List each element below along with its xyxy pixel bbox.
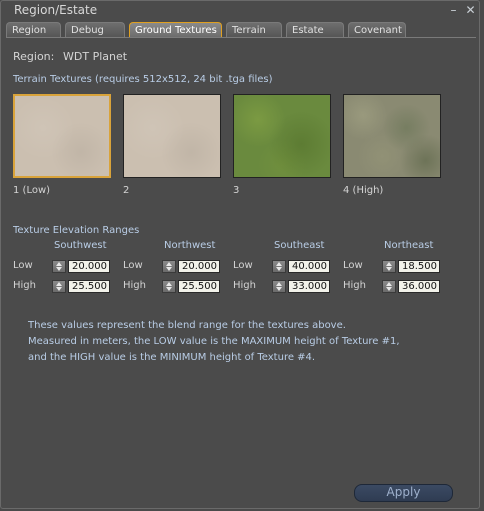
texture-label-4: 4 (High) xyxy=(343,185,384,196)
northwest-low-stepper[interactable] xyxy=(162,260,176,273)
southeast-high-stepper[interactable] xyxy=(272,280,286,293)
tab-label: Terrain xyxy=(232,25,266,36)
northwest-low-field[interactable] xyxy=(178,260,220,273)
high-label: High xyxy=(233,280,256,291)
help-line-1: These values represent the blend range f… xyxy=(28,320,346,331)
tab-ground-textures[interactable]: Ground Textures xyxy=(129,22,222,38)
northwest-high-stepper[interactable] xyxy=(162,280,176,293)
tab-estate[interactable]: Estate xyxy=(286,22,344,37)
corner-header-southwest: Southwest xyxy=(54,240,107,251)
northeast-high-field[interactable] xyxy=(398,280,440,293)
texture-swatch-2[interactable] xyxy=(123,94,221,178)
corner-header-southeast: Southeast xyxy=(274,240,325,251)
texture-label-2: 2 xyxy=(123,185,130,196)
help-line-2: Measured in meters, the LOW value is the… xyxy=(28,336,400,347)
region-name: WDT Planet xyxy=(63,50,128,63)
tab-label: Ground Textures xyxy=(135,25,217,36)
tab-label: Covenant xyxy=(354,25,402,36)
low-label: Low xyxy=(123,260,143,271)
southwest-high-stepper[interactable] xyxy=(52,280,66,293)
tab-label: Estate xyxy=(292,25,324,36)
tab-debug[interactable]: Debug xyxy=(65,22,125,37)
corner-header-northwest: Northwest xyxy=(164,240,216,251)
title-bar[interactable]: Region/Estate – ✕ xyxy=(1,1,479,19)
low-label: Low xyxy=(13,260,33,271)
help-line-3: and the HIGH value is the MINIMUM height… xyxy=(28,352,316,363)
high-label: High xyxy=(123,280,146,291)
texture-label-3: 3 xyxy=(233,185,240,196)
tab-region[interactable]: Region xyxy=(6,22,61,37)
northeast-low-field[interactable] xyxy=(398,260,440,273)
region-label: Region: xyxy=(13,50,55,63)
texture-label-1: 1 (Low) xyxy=(13,185,51,196)
corner-header-northeast: Northeast xyxy=(384,240,434,251)
low-label: Low xyxy=(343,260,363,271)
tab-terrain[interactable]: Terrain xyxy=(226,22,282,37)
southwest-low-field[interactable] xyxy=(68,260,110,273)
region-estate-window: Region/Estate – ✕ Region Debug Ground Te… xyxy=(0,0,480,509)
tab-label: Debug xyxy=(71,25,104,36)
northeast-high-stepper[interactable] xyxy=(382,280,396,293)
texture-swatch-1[interactable] xyxy=(13,94,111,178)
southwest-low-stepper[interactable] xyxy=(52,260,66,273)
texture-swatch-4[interactable] xyxy=(343,94,441,178)
minimize-icon[interactable]: – xyxy=(447,4,460,17)
northeast-low-stepper[interactable] xyxy=(382,260,396,273)
high-label: High xyxy=(13,280,36,291)
high-label: High xyxy=(343,280,366,291)
low-label: Low xyxy=(233,260,253,271)
apply-button[interactable]: Apply xyxy=(354,484,453,502)
texture-swatch-3[interactable] xyxy=(233,94,331,178)
northwest-high-field[interactable] xyxy=(178,280,220,293)
tab-divider xyxy=(6,37,476,38)
southeast-low-field[interactable] xyxy=(288,260,330,273)
tab-label: Region xyxy=(12,25,47,36)
textures-heading: Terrain Textures (requires 512x512, 24 b… xyxy=(13,74,273,85)
close-icon[interactable]: ✕ xyxy=(464,4,477,17)
southeast-high-field[interactable] xyxy=(288,280,330,293)
window-title: Region/Estate xyxy=(14,3,98,17)
ranges-heading: Texture Elevation Ranges xyxy=(13,225,140,236)
southwest-high-field[interactable] xyxy=(68,280,110,293)
tab-bar: Region Debug Ground Textures Terrain Est… xyxy=(6,22,476,38)
southeast-low-stepper[interactable] xyxy=(272,260,286,273)
tab-covenant[interactable]: Covenant xyxy=(348,22,406,37)
